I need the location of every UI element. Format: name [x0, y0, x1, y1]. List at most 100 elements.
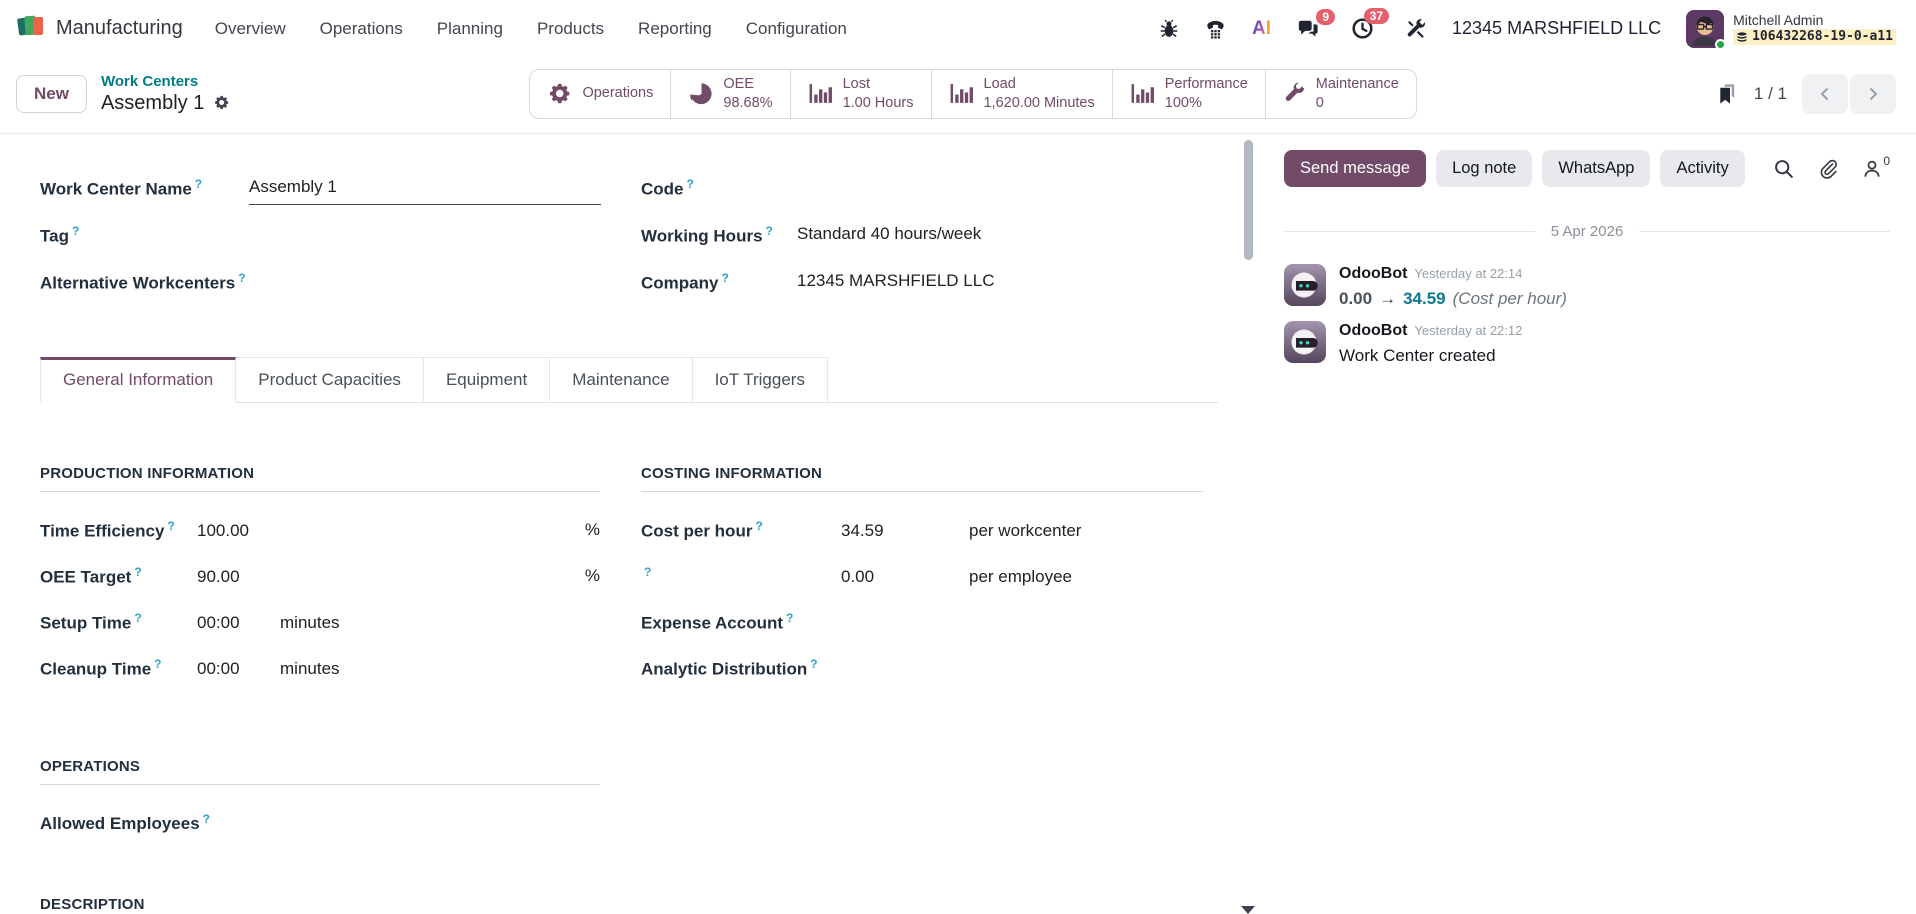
stat-performance[interactable]: Performance 100%	[1112, 70, 1265, 118]
operations-section: OPERATIONS Allowed Employees?	[40, 758, 600, 837]
pager-counter: 1 / 1	[1754, 84, 1787, 104]
help-icon[interactable]: ?	[134, 611, 141, 625]
cost-per-employee-input[interactable]: 0.00	[841, 566, 969, 589]
attachment-paperclip-icon[interactable]	[1818, 158, 1838, 179]
message-author[interactable]: OdooBot	[1339, 321, 1407, 342]
oee-target-input[interactable]: 90.00	[197, 566, 240, 589]
help-icon[interactable]: ?	[755, 519, 762, 533]
stat-operations[interactable]: Operations	[530, 70, 670, 118]
bookmark-icon[interactable]	[1716, 82, 1739, 106]
cleanup-time-input[interactable]: 00:00	[197, 659, 240, 678]
menu-configuration[interactable]: Configuration	[746, 19, 847, 39]
scroll-down-arrow-icon[interactable]	[1241, 906, 1255, 914]
menu-planning[interactable]: Planning	[437, 19, 503, 39]
voip-phone-icon[interactable]	[1204, 18, 1227, 40]
help-icon[interactable]: ?	[238, 271, 245, 285]
menu-reporting[interactable]: Reporting	[638, 19, 712, 39]
working-hours-label: Working Hours?	[641, 223, 797, 249]
help-icon[interactable]: ?	[203, 812, 210, 826]
tab-iot-triggers[interactable]: IoT Triggers	[693, 357, 828, 402]
send-message-button[interactable]: Send message	[1284, 150, 1426, 187]
whatsapp-button[interactable]: WhatsApp	[1542, 150, 1650, 187]
help-icon[interactable]: ?	[810, 657, 817, 671]
message-author[interactable]: OdooBot	[1339, 264, 1407, 285]
help-icon[interactable]: ?	[154, 657, 161, 671]
scrollbar-thumb[interactable]	[1244, 140, 1253, 260]
tag-label: Tag?	[40, 223, 249, 249]
app-switcher[interactable]: Manufacturing	[16, 11, 183, 46]
help-icon[interactable]: ?	[687, 177, 694, 191]
time-efficiency-input[interactable]: 100.00	[197, 520, 249, 543]
database-icon	[1736, 31, 1748, 44]
section-title: OPERATIONS	[40, 758, 600, 785]
bar-chart-icon	[1130, 81, 1155, 106]
alternative-workcenters-label: Alternative Workcenters?	[40, 270, 249, 296]
bar-chart-icon	[949, 81, 974, 106]
menu-products[interactable]: Products	[537, 19, 604, 39]
section-title: DESCRIPTION	[40, 896, 1204, 914]
tab-product-capacities[interactable]: Product Capacities	[236, 357, 424, 402]
help-icon[interactable]: ?	[72, 224, 79, 238]
stat-oee[interactable]: OEE 98.68%	[670, 70, 789, 118]
unit-label: per employee	[969, 567, 1203, 587]
work-center-name-label: Work Center Name?	[40, 176, 249, 202]
cost-per-hour-input[interactable]: 34.59	[841, 520, 969, 543]
tab-maintenance[interactable]: Maintenance	[550, 357, 692, 402]
work-center-name-input[interactable]: Assembly 1	[249, 176, 601, 205]
help-icon[interactable]: ?	[786, 611, 793, 625]
followers-button[interactable]: 0	[1862, 158, 1890, 179]
cleanup-time-label: Cleanup Time?	[40, 656, 197, 682]
working-hours-input[interactable]: Standard 40 hours/week	[797, 223, 1181, 246]
stat-maintenance[interactable]: Maintenance 0	[1265, 70, 1416, 118]
user-menu[interactable]: Mitchell Admin 106432268-19-0-a11	[1686, 10, 1896, 48]
stat-load[interactable]: Load 1,620.00 Minutes	[931, 70, 1112, 118]
follower-count: 0	[1883, 154, 1890, 168]
log-note-button[interactable]: Log note	[1436, 150, 1532, 187]
analytic-distribution-label: Analytic Distribution?	[641, 656, 841, 682]
top-navbar: Manufacturing Overview Operations Planni…	[0, 0, 1916, 57]
help-icon[interactable]: ?	[766, 224, 773, 238]
online-status-dot	[1715, 39, 1726, 50]
search-messages-icon[interactable]	[1773, 158, 1794, 179]
tab-general-information[interactable]: General Information	[40, 357, 236, 403]
cost-per-hour-label: Cost per hour?	[641, 518, 841, 544]
tools-icon[interactable]	[1405, 18, 1427, 40]
breadcrumb-work-centers[interactable]: Work Centers	[101, 73, 230, 91]
ai-icon[interactable]: AI	[1252, 18, 1271, 40]
help-icon[interactable]: ?	[195, 177, 202, 191]
menu-overview[interactable]: Overview	[215, 19, 286, 39]
unit-label: minutes	[280, 613, 340, 632]
tracking-new-value: 34.59	[1403, 289, 1446, 308]
control-panel: New Work Centers Assembly 1 Operations	[0, 57, 1916, 134]
unit-label: %	[585, 520, 600, 543]
stat-buttons: Operations OEE 98.68% Lost 1.00 Hours	[529, 69, 1416, 119]
tab-equipment[interactable]: Equipment	[424, 357, 550, 402]
record-title: Assembly 1	[101, 91, 204, 115]
pager-next-button[interactable]	[1850, 74, 1896, 114]
message-body: Work Center created	[1339, 345, 1522, 367]
bug-icon[interactable]	[1159, 18, 1179, 39]
help-icon[interactable]: ?	[721, 271, 728, 285]
new-button[interactable]: New	[16, 75, 87, 113]
active-company[interactable]: 12345 MARSHFIELD LLC	[1452, 18, 1661, 39]
form-scrollbar[interactable]	[1240, 134, 1256, 914]
gear-icon	[547, 81, 572, 106]
help-icon[interactable]: ?	[167, 519, 174, 533]
notebook-tabs: General Information Product Capacities E…	[40, 357, 1218, 403]
activities-clock-icon[interactable]: 37	[1351, 17, 1374, 40]
section-title: COSTING INFORMATION	[641, 465, 1203, 492]
help-icon[interactable]: ?	[644, 565, 651, 579]
bar-chart-icon	[808, 81, 833, 106]
messages-icon[interactable]: 9	[1296, 18, 1320, 40]
pager-previous-button[interactable]	[1802, 74, 1848, 114]
company-input[interactable]: 12345 MARSHFIELD LLC	[797, 270, 1181, 293]
action-menu-gear-icon[interactable]	[213, 94, 230, 111]
setup-time-input[interactable]: 00:00	[197, 613, 240, 632]
stat-lost[interactable]: Lost 1.00 Hours	[790, 70, 931, 118]
tracking-field-name: (Cost per hour)	[1453, 289, 1567, 308]
setup-time-label: Setup Time?	[40, 610, 197, 636]
help-icon[interactable]: ?	[134, 565, 141, 579]
activity-button[interactable]: Activity	[1660, 150, 1744, 187]
message-note: OdooBot Yesterday at 22:12 Work Center c…	[1284, 321, 1890, 368]
menu-operations[interactable]: Operations	[320, 19, 403, 39]
